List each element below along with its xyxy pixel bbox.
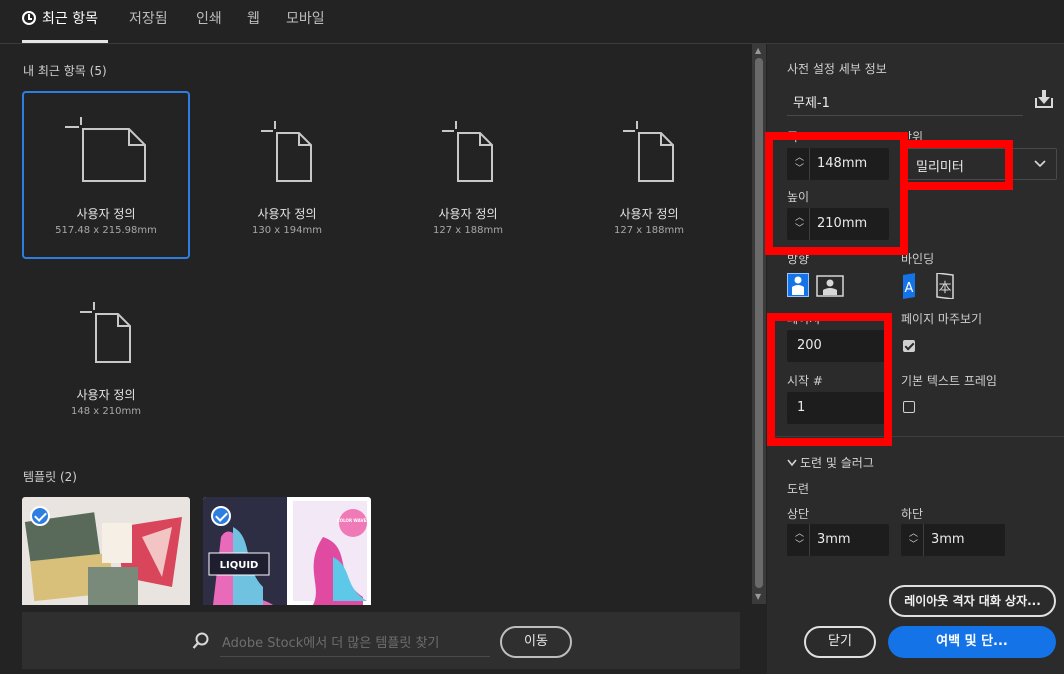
- close-button[interactable]: 닫기: [804, 626, 876, 658]
- document-portrait-icon: [623, 121, 674, 182]
- landscape-orientation-icon[interactable]: [816, 275, 844, 297]
- document-portrait-icon: [442, 121, 493, 182]
- selected-check-icon: [211, 506, 231, 526]
- margins-columns-button[interactable]: 여백 및 단...: [888, 626, 1056, 658]
- recent-item-1[interactable]: 사용자 정의 517.48 x 215.98mm: [22, 91, 190, 259]
- highlight-box-dimensions: [765, 132, 908, 255]
- layout-grid-dialog-button[interactable]: 레이아웃 격자 대화 상자...: [889, 585, 1056, 617]
- top-tab-bar: 최근 항목 저장됨 인쇄 웹 모바일: [0, 0, 1064, 44]
- primary-text-frame-label: 기본 텍스트 프레임: [901, 374, 997, 388]
- recent-section-title: 내 최근 항목 (5): [23, 62, 107, 79]
- document-name-value: 무제-1: [793, 96, 830, 111]
- recent-item-dims: 127 x 188mm: [614, 225, 684, 236]
- scroll-down-icon[interactable]: ▼: [755, 592, 761, 601]
- stock-search-input[interactable]: Adobe Stock에서 더 많은 템플릿 찾기: [222, 632, 439, 651]
- search-icon: [192, 632, 209, 649]
- scrollbar-thumb[interactable]: [755, 58, 763, 588]
- facing-pages-label: 페이지 마주보기: [901, 312, 983, 326]
- document-landscape-icon: [65, 117, 146, 182]
- stepper-divider: [923, 524, 924, 556]
- scroll-up-icon[interactable]: ▲: [755, 46, 761, 55]
- bleed-top-stepper[interactable]: ︿ ﹀: [795, 529, 807, 551]
- recent-item-name: 사용자 정의: [257, 207, 317, 221]
- search-underline: [220, 656, 490, 657]
- tab-web[interactable]: 웹: [247, 8, 260, 34]
- recent-title: 내 최근 항목: [23, 64, 86, 78]
- tab-recent-label: 최근 항목: [42, 11, 98, 27]
- template-liquid-text: LIQUID: [220, 560, 259, 571]
- recent-count: (5): [89, 64, 107, 78]
- recent-item-name: 사용자 정의: [76, 207, 136, 221]
- recent-item-2[interactable]: 사용자 정의 130 x 194mm: [203, 91, 371, 259]
- stock-search-bar: Adobe Stock에서 더 많은 템플릿 찾기 이동: [22, 612, 740, 669]
- go-button[interactable]: 이동: [500, 626, 572, 658]
- highlight-box-pages: [767, 313, 892, 446]
- document-portrait-icon: [80, 302, 131, 363]
- bleed-top-label: 상단: [787, 507, 810, 521]
- primary-text-frame-checkbox[interactable]: [903, 401, 915, 413]
- recent-item-name: 사용자 정의: [438, 207, 498, 221]
- bleed-bottom-label: 하단: [901, 507, 924, 521]
- recent-item-5[interactable]: 사용자 정의 148 x 210mm: [22, 272, 190, 440]
- template-color-waves-text: COLOR WAVES: [337, 518, 370, 523]
- tab-saved[interactable]: 저장됨: [129, 8, 168, 34]
- recent-item-dims: 130 x 194mm: [252, 225, 322, 236]
- portrait-orientation-icon[interactable]: [787, 273, 809, 297]
- tab-print[interactable]: 인쇄: [196, 8, 222, 34]
- clock-icon: [22, 11, 36, 25]
- template-card-2[interactable]: LIQUID COLOR WAVES: [203, 497, 371, 605]
- preset-section-title: 사전 설정 세부 정보: [787, 62, 887, 76]
- chevron-down-icon: [1034, 160, 1046, 168]
- bleed-label: 도련: [787, 482, 810, 496]
- bleed-bottom-value: 3mm: [931, 532, 965, 547]
- templates-count: (2): [59, 470, 77, 484]
- templates-section-title: 템플릿 (2): [23, 468, 77, 485]
- facing-pages-checkbox[interactable]: [903, 340, 915, 352]
- bleed-slug-label: 도련 및 슬러그: [800, 456, 874, 470]
- svg-text:本: 本: [938, 281, 951, 296]
- recent-item-name: 사용자 정의: [619, 207, 679, 221]
- save-preset-icon[interactable]: [1033, 88, 1055, 110]
- highlight-box-units: [900, 140, 1013, 190]
- bleed-bottom-stepper[interactable]: ︿ ﹀: [909, 529, 921, 551]
- left-scrollbar[interactable]: ▲ ▼: [752, 44, 766, 604]
- bleed-slug-toggle[interactable]: 도련 및 슬러그: [787, 454, 874, 471]
- bleed-top-field[interactable]: ︿ ﹀ 3mm: [787, 524, 889, 556]
- bleed-bottom-field[interactable]: ︿ ﹀ 3mm: [901, 524, 1005, 556]
- chevron-down-icon: [787, 459, 797, 467]
- document-portrait-icon: [261, 121, 312, 182]
- recent-item-4[interactable]: 사용자 정의 127 x 188mm: [565, 91, 733, 259]
- binding-right-to-left-icon[interactable]: 本: [933, 273, 955, 299]
- recent-item-dims: 517.48 x 215.98mm: [55, 225, 157, 236]
- selected-check-icon: [30, 506, 50, 526]
- active-tab-indicator: [22, 40, 108, 43]
- template-card-1[interactable]: [22, 497, 190, 605]
- binding-left-to-right-icon[interactable]: A: [901, 273, 923, 299]
- bleed-top-value: 3mm: [817, 532, 851, 547]
- document-name-field[interactable]: 무제-1: [787, 88, 1023, 116]
- templates-title: 템플릿: [23, 470, 57, 484]
- tab-mobile[interactable]: 모바일: [286, 8, 325, 34]
- recent-item-name: 사용자 정의: [76, 388, 136, 402]
- recent-item-dims: 127 x 188mm: [433, 225, 503, 236]
- tab-recent[interactable]: 최근 항목: [22, 8, 98, 34]
- recent-item-dims: 148 x 210mm: [71, 406, 141, 417]
- stepper-divider: [809, 524, 810, 556]
- svg-text:A: A: [905, 281, 914, 296]
- recent-item-3[interactable]: 사용자 정의 127 x 188mm: [384, 91, 552, 259]
